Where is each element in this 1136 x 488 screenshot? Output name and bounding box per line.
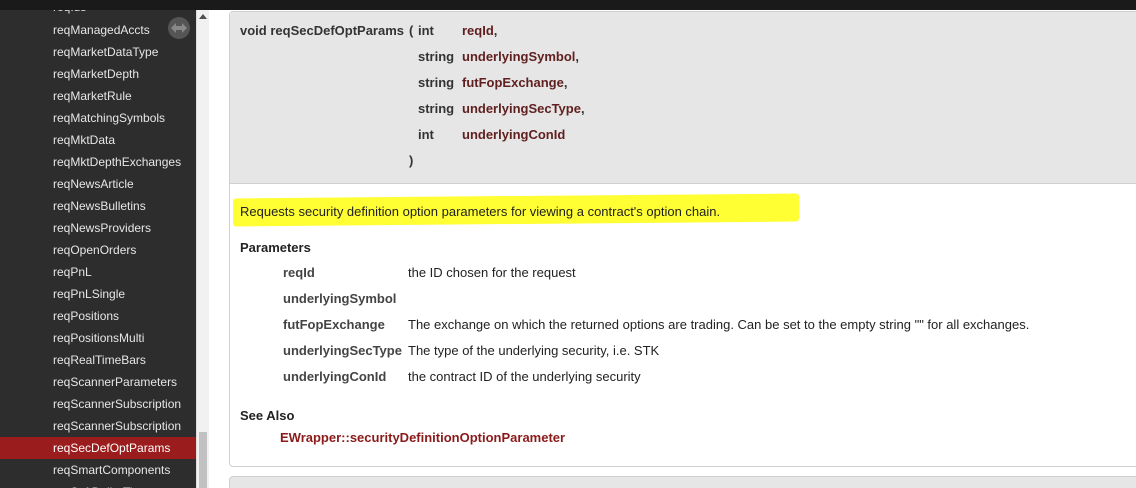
param-name: underlyingSymbol, <box>462 49 579 64</box>
sidebar-item-reqmktdata[interactable]: reqMktData <box>0 129 196 151</box>
open-paren: ( <box>409 23 414 38</box>
sidebar-nav: reqIds reqManagedAccts reqMarketDataType… <box>0 0 196 488</box>
sidebar-item-reqsecdefoptparams[interactable]: reqSecDefOptParams <box>0 437 196 459</box>
sidebar-item-reqpositionsmulti[interactable]: reqPositionsMulti <box>0 327 196 349</box>
sidebar-item-reqpositions[interactable]: reqPositions <box>0 305 196 327</box>
param-doc-desc: the contract ID of the underlying securi… <box>408 369 641 384</box>
sidebar-item-reqnewsproviders[interactable]: reqNewsProviders <box>0 217 196 239</box>
scrollbar-thumb[interactable] <box>199 432 207 488</box>
sidebar-scrollbar[interactable] <box>196 10 209 488</box>
param-separator: , <box>575 49 580 64</box>
param-separator: , <box>580 101 585 116</box>
param-name-text: underlyingSecType <box>462 101 581 116</box>
param-name-text: reqId <box>462 23 494 38</box>
close-paren: ) <box>409 153 414 168</box>
param-doc-name: reqId <box>283 265 315 280</box>
sidebar-item-reqmarketdepth[interactable]: reqMarketDepth <box>0 63 196 85</box>
param-name: reqId, <box>462 23 497 38</box>
param-doc-name: underlyingSymbol <box>283 291 397 306</box>
param-separator: , <box>493 23 498 38</box>
param-type: int <box>418 23 434 38</box>
sidebar-item-reqscannersubscription-2[interactable]: reqScannerSubscription <box>0 415 196 437</box>
scroll-up-arrow-icon[interactable] <box>199 14 207 19</box>
param-doc-desc: The exchange on which the returned optio… <box>408 317 1030 332</box>
sidebar-item-reqmktdepthexchanges[interactable]: reqMktDepthExchanges <box>0 151 196 173</box>
param-doc-desc: The type of the underlying security, i.e… <box>408 343 660 358</box>
sidebar-item-reqmanagedaccts[interactable]: reqManagedAccts <box>0 19 196 41</box>
function-return-and-name: void reqSecDefOptParams <box>240 23 405 38</box>
sidebar-item-reqnewsarticle[interactable]: reqNewsArticle <box>0 173 196 195</box>
sidebar-item-reqsmartcomponents[interactable]: reqSmartComponents <box>0 459 196 481</box>
param-type: string <box>418 49 455 64</box>
param-name-text: underlyingConId <box>462 127 566 142</box>
param-name-text: underlyingSymbol <box>462 49 576 64</box>
param-doc-name: underlyingSecType <box>283 343 402 358</box>
param-doc-name: futFopExchange <box>283 317 385 332</box>
sidebar-item-reqscannersubscription[interactable]: reqScannerSubscription <box>0 393 196 415</box>
see-also-link[interactable]: EWrapper::securityDefinitionOptionParame… <box>280 430 565 445</box>
param-doc-name: underlyingConId <box>283 369 387 384</box>
member-doc-card <box>229 11 1136 467</box>
sidebar-item-reqscannerparameters[interactable]: reqScannerParameters <box>0 371 196 393</box>
param-name: futFopExchange, <box>462 75 567 90</box>
top-bar <box>0 0 1136 10</box>
sidebar-item-reqpnl[interactable]: reqPnL <box>0 261 196 283</box>
param-name-text: futFopExchange <box>462 75 564 90</box>
param-type: int <box>418 127 434 142</box>
param-doc-desc: the ID chosen for the request <box>408 265 576 280</box>
sidebar-item-reqmarketdatatype[interactable]: reqMarketDataType <box>0 41 196 63</box>
sidebar-item-reqpnlsingle[interactable]: reqPnLSingle <box>0 283 196 305</box>
sidebar-item-reqopenorders[interactable]: reqOpenOrders <box>0 239 196 261</box>
param-type: string <box>418 75 455 90</box>
see-also-heading: See Also <box>240 408 295 423</box>
param-name: underlyingSecType, <box>462 101 585 116</box>
sidebar-item-reqmatchingsymbols[interactable]: reqMatchingSymbols <box>0 107 196 129</box>
sidebar-item-reqnewsbulletins[interactable]: reqNewsBulletins <box>0 195 196 217</box>
sidebar-item-reqmarketrule[interactable]: reqMarketRule <box>0 85 196 107</box>
sidebar-item-reqsoftdollartiers[interactable]: reqSoftDollarTiers <box>0 481 196 488</box>
resize-arrows-icon[interactable] <box>168 17 190 39</box>
parameters-heading: Parameters <box>240 240 311 255</box>
sidebar-item-reqrealtimebars[interactable]: reqRealTimeBars <box>0 349 196 371</box>
next-member-card <box>229 476 1136 488</box>
param-type: string <box>418 101 455 116</box>
param-name: underlyingConId <box>462 127 565 142</box>
param-separator: , <box>563 75 568 90</box>
function-description: Requests security definition option para… <box>240 204 721 219</box>
